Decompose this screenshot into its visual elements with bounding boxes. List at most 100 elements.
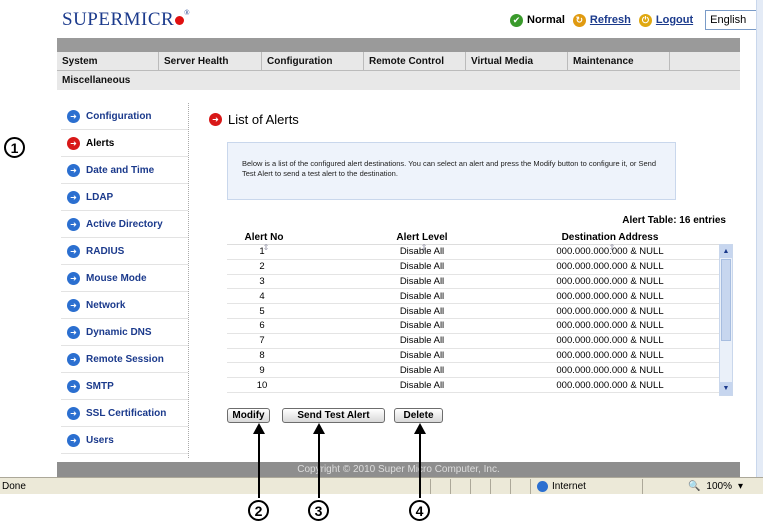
nav-maintenance[interactable]: Maintenance xyxy=(568,52,670,70)
arrow-right-icon: ➜ xyxy=(67,244,80,258)
sidebar-item-smtp[interactable]: ➜ SMTP xyxy=(61,373,188,400)
sidebar-item-label: Users xyxy=(86,434,114,446)
nav-miscellaneous[interactable]: Miscellaneous xyxy=(57,71,159,90)
chevron-down-icon[interactable]: ▾ xyxy=(738,481,743,492)
cell-alert-no: 4 xyxy=(259,290,265,302)
sidebar-item-mouse-mode[interactable]: ➜ Mouse Mode xyxy=(61,265,188,292)
table-row[interactable]: 5 Disable All 000.000.000.000 & NULL xyxy=(227,304,733,319)
table-row[interactable]: 6 Disable All 000.000.000.000 & NULL xyxy=(227,319,733,334)
column-header-alert-no[interactable]: Alert No ⇕ xyxy=(227,232,297,252)
globe-icon xyxy=(537,480,548,492)
nav-system[interactable]: System xyxy=(57,52,159,70)
sidebar-item-ldap[interactable]: ➜ LDAP xyxy=(61,184,188,211)
nav-server-health[interactable]: Server Health xyxy=(159,52,262,70)
main-nav: System Server Health Configuration Remot… xyxy=(57,38,740,90)
sidebar-item-label: SMTP xyxy=(86,380,114,392)
zoom-control[interactable]: 🔍 100% ▾ xyxy=(642,478,763,494)
sidebar-item-network[interactable]: ➜ Network xyxy=(61,292,188,319)
logout-icon[interactable]: ⏻ xyxy=(638,13,652,27)
column-header-label: Destination Address xyxy=(561,232,659,243)
table-row[interactable]: 7 Disable All 000.000.000.000 & NULL xyxy=(227,334,733,349)
sidebar-item-label: Date and Time xyxy=(86,164,155,176)
page-scrollbar[interactable] xyxy=(756,0,763,477)
cell-alert-level: Disable All xyxy=(399,320,445,332)
arrow-right-icon: ➜ xyxy=(67,136,80,150)
refresh-icon[interactable]: ↻ xyxy=(572,13,586,27)
table-row[interactable]: 1 Disable All 000.000.000.000 & NULL xyxy=(227,245,733,260)
nav-virtual-media[interactable]: Virtual Media xyxy=(466,52,568,70)
cell-destination: 000.000.000.000 & NULL xyxy=(556,364,664,376)
nav-remote-control[interactable]: Remote Control xyxy=(364,52,466,70)
column-header-alert-level[interactable]: Alert Level ⇕ xyxy=(347,232,497,252)
sidebar-item-label: RADIUS xyxy=(86,245,125,257)
status-segment xyxy=(510,478,530,494)
column-header-destination[interactable]: Destination Address ⇕ xyxy=(515,232,705,252)
cell-alert-level: Disable All xyxy=(399,379,445,391)
scrollbar-thumb[interactable] xyxy=(721,259,731,341)
delete-button[interactable]: Delete xyxy=(394,408,443,423)
supermicro-logo: SUPERMICR ® xyxy=(62,9,190,31)
cell-destination: 000.000.000.000 & NULL xyxy=(556,246,664,258)
cell-alert-no: 7 xyxy=(259,335,265,347)
nav-configuration[interactable]: Configuration xyxy=(262,52,364,70)
logo-text: SUPERMICR xyxy=(62,9,175,30)
cell-destination: 000.000.000.000 & NULL xyxy=(556,349,664,361)
arrow-right-icon: ➜ xyxy=(67,217,80,231)
sidebar-item-label: LDAP xyxy=(86,191,114,203)
sidebar-item-remote-session[interactable]: ➜ Remote Session xyxy=(61,346,188,373)
scroll-up-icon[interactable]: ▲ xyxy=(720,245,732,258)
language-select[interactable]: English ▼ xyxy=(705,10,763,30)
table-row[interactable]: 8 Disable All 000.000.000.000 & NULL xyxy=(227,349,733,364)
cell-alert-no: 10 xyxy=(256,379,268,391)
sidebar-item-users[interactable]: ➜ Users xyxy=(61,427,188,454)
zone-label: Internet xyxy=(552,480,586,492)
callout-4: 4 xyxy=(409,500,430,521)
refresh-link[interactable]: Refresh xyxy=(590,14,631,26)
send-test-alert-button[interactable]: Send Test Alert xyxy=(282,408,385,423)
arrow-right-icon: ➜ xyxy=(67,163,80,177)
sidebar-item-alerts[interactable]: ➜ Alerts xyxy=(61,130,188,157)
logout-link[interactable]: Logout xyxy=(656,14,693,26)
info-box: Below is a list of the configured alert … xyxy=(227,142,676,200)
table-caption: Alert Table: 16 entries xyxy=(622,215,726,226)
cell-alert-level: Disable All xyxy=(399,275,445,287)
table-row[interactable]: 9 Disable All 000.000.000.000 & NULL xyxy=(227,363,733,379)
cell-alert-level: Disable All xyxy=(399,246,445,258)
sidebar-item-label: Remote Session xyxy=(86,353,164,365)
nav-top-strip xyxy=(57,38,740,52)
cell-alert-level: Disable All xyxy=(399,261,445,273)
table-row[interactable]: 3 Disable All 000.000.000.000 & NULL xyxy=(227,275,733,290)
sidebar-item-configuration[interactable]: ➜ Configuration xyxy=(61,103,188,130)
cell-destination: 000.000.000.000 & NULL xyxy=(556,261,664,273)
table-row[interactable]: 10 Disable All 000.000.000.000 & NULL xyxy=(227,378,733,393)
logo-dot xyxy=(175,16,185,25)
status-label: Normal xyxy=(527,14,565,26)
nav-row-primary: System Server Health Configuration Remot… xyxy=(57,52,740,71)
arrow-right-icon: ➜ xyxy=(67,406,80,420)
arrow-right-icon: ➜ xyxy=(67,433,80,447)
sidebar-item-active-directory[interactable]: ➜ Active Directory xyxy=(61,211,188,238)
cell-destination: 000.000.000.000 & NULL xyxy=(556,290,664,302)
scroll-down-icon[interactable]: ▼ xyxy=(720,382,732,395)
cell-destination: 000.000.000.000 & NULL xyxy=(556,379,664,391)
table-row[interactable]: 2 Disable All 000.000.000.000 & NULL xyxy=(227,260,733,275)
cell-alert-no: 9 xyxy=(259,364,265,376)
zoom-icon: 🔍 xyxy=(687,480,701,492)
table-row[interactable]: 4 Disable All 000.000.000.000 & NULL xyxy=(227,289,733,305)
cell-alert-no: 1 xyxy=(259,246,265,258)
sidebar-item-label: Configuration xyxy=(86,110,152,122)
sidebar-item-date-and-time[interactable]: ➜ Date and Time xyxy=(61,157,188,184)
cell-destination: 000.000.000.000 & NULL xyxy=(556,275,664,287)
cell-alert-no: 6 xyxy=(259,320,265,332)
sidebar-item-ssl-certification[interactable]: ➜ SSL Certification xyxy=(61,400,188,427)
cell-alert-no: 8 xyxy=(259,349,265,361)
arrow-right-icon: ➜ xyxy=(209,113,222,126)
logo-reg: ® xyxy=(184,9,191,17)
cell-destination: 000.000.000.000 & NULL xyxy=(556,305,664,317)
arrow-right-icon: ➜ xyxy=(67,379,80,393)
modify-button[interactable]: Modify xyxy=(227,408,270,423)
sidebar-item-dynamic-dns[interactable]: ➜ Dynamic DNS xyxy=(61,319,188,346)
table-scrollbar[interactable]: ▲ ▼ xyxy=(719,244,733,396)
sidebar-item-radius[interactable]: ➜ RADIUS xyxy=(61,238,188,265)
arrow-right-icon: ➜ xyxy=(67,298,80,312)
